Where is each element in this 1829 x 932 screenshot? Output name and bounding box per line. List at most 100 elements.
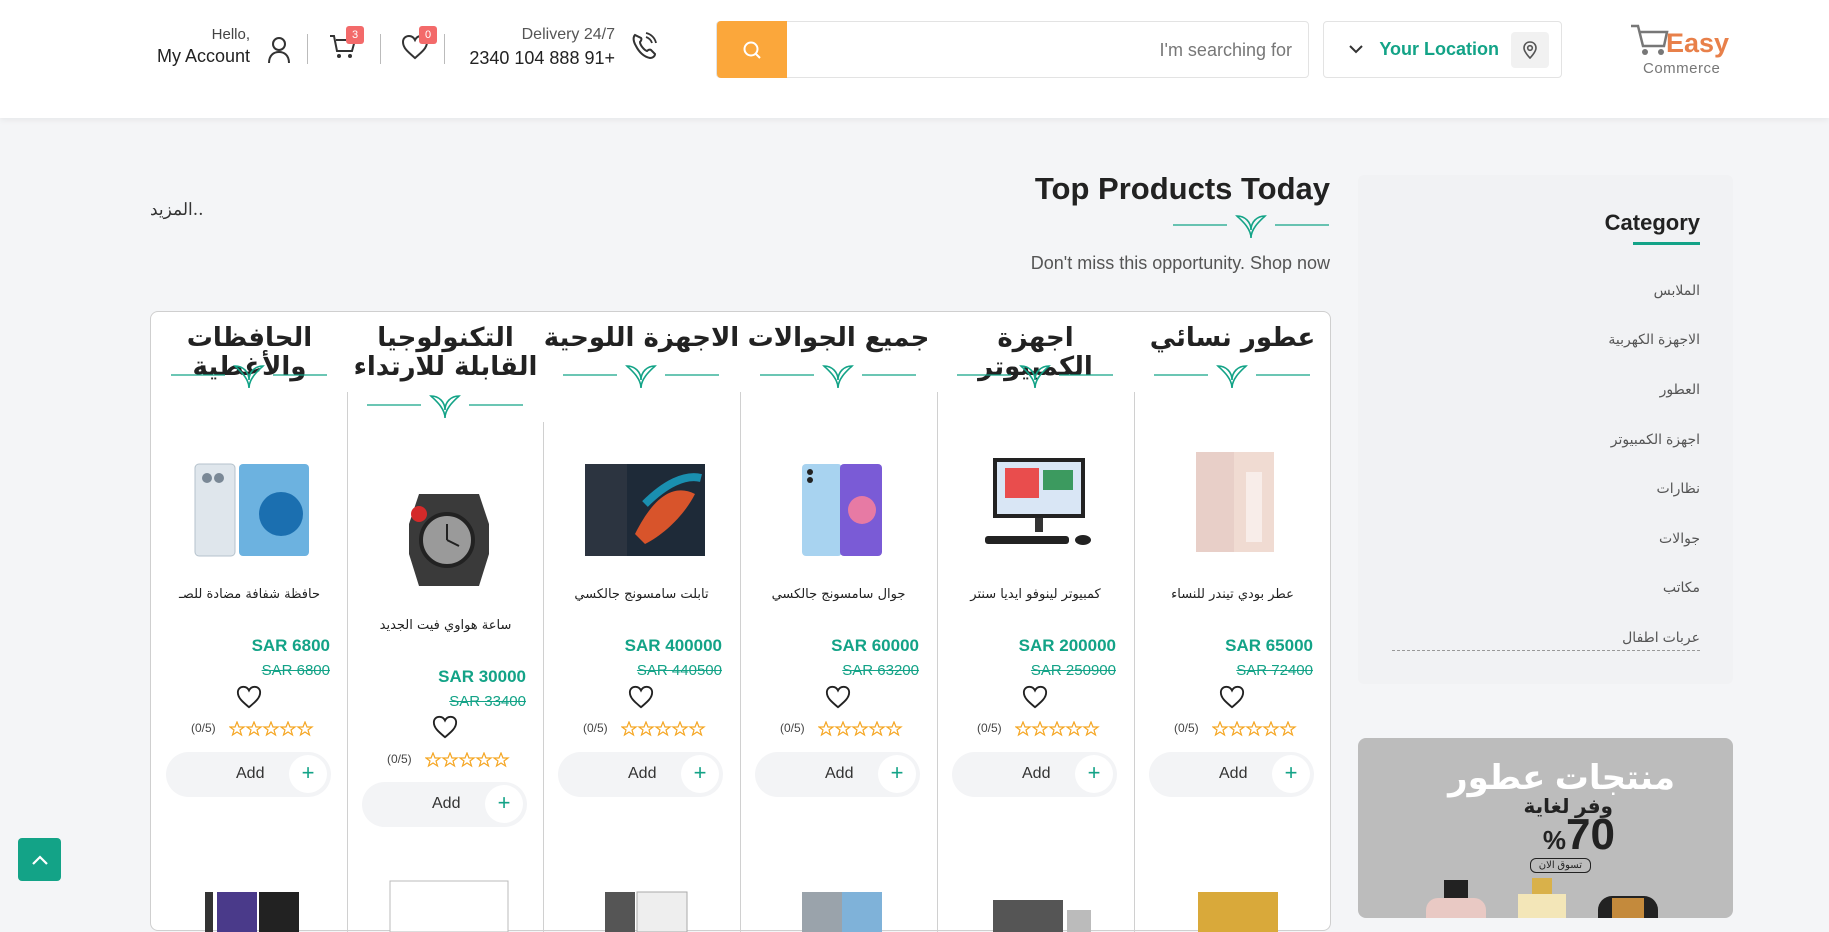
category-column-cases: الحافظات والأغطية حافظة شفافة مضادة للصـ… [151,312,348,932]
rating-stars-icon [1015,721,1100,737]
product-old-price: SAR 33400 [449,693,526,710]
column-title[interactable]: الاجهزة اللوحية [543,324,740,353]
add-to-cart-button[interactable]: Add + [362,782,527,827]
product-image[interactable] [979,452,1099,552]
product-name[interactable]: كمبيوتر لينوفو ايديا سنتر [937,587,1134,602]
hello-text: Hello, [211,26,250,43]
promo-discount: %70 [1543,810,1615,860]
wishlist-count-badge: 0 [419,26,437,44]
column-title[interactable]: التكنولوجيا القابلة للارتداء [347,324,544,382]
wishlist-heart-icon[interactable] [824,684,852,710]
product-grid: عطور نسائي عطر بودي تيندر للنساء SAR 650… [150,311,1331,932]
sidebar-item-computers[interactable]: اجهزة الكمبيوتر [1611,431,1700,448]
title-underline [1633,242,1700,245]
product-image[interactable] [193,460,313,560]
sidebar-item-strollers[interactable]: عربات اطفال [1622,629,1700,646]
next-product-image[interactable] [1176,882,1296,932]
logo-word-commerce: Commerce [1643,60,1721,77]
phone-icon [632,32,657,60]
cart-button[interactable]: 3 [328,26,364,66]
sidebar-title: Category [1604,210,1700,235]
location-pin-icon [1511,32,1549,68]
product-image[interactable] [585,460,705,560]
wishlist-heart-icon[interactable] [627,684,655,710]
logo[interactable]: Easy Commerce [1628,20,1730,80]
add-label: Add [825,765,854,782]
wishlist-heart-icon[interactable] [1218,684,1246,710]
user-icon[interactable] [266,35,292,65]
product-old-price: SAR 63200 [842,662,919,679]
section-subtitle: Don't miss this opportunity. Shop now [1030,253,1330,273]
promo-title: منتجات عطور [1448,759,1675,797]
header-divider [380,34,381,64]
header-divider [307,34,308,64]
account-link[interactable]: Hello, My Account [150,26,250,67]
leaf-divider-icon [1154,365,1310,389]
next-product-image[interactable] [979,882,1099,932]
add-to-cart-button[interactable]: Add + [952,752,1117,797]
rating-text: (0/5) [583,721,608,735]
rating-stars-icon [621,721,706,737]
plus-icon: + [1272,755,1310,793]
leaf-divider-icon [957,365,1113,389]
add-to-cart-button[interactable]: Add + [1149,752,1314,797]
rating-text: (0/5) [977,721,1002,735]
next-product-image[interactable] [389,880,509,932]
promo-cta[interactable]: تسوق الان [1529,858,1591,873]
more-link[interactable]: المزيد.. [150,200,204,220]
category-column-perfumes: عطور نسائي عطر بودي تيندر للنساء SAR 650… [1134,312,1331,932]
wishlist-heart-icon[interactable] [235,684,263,710]
wishlist-heart-icon[interactable] [431,714,459,740]
product-image[interactable] [389,490,509,590]
column-divider [740,392,741,932]
perfume-promo-banner[interactable]: منتجات عطور وفر لغاية %70 تسوق الان [1358,738,1733,918]
add-label: Add [432,795,461,812]
leaf-divider-icon [1173,215,1329,239]
category-column-wearables: التكنولوجيا القابلة للارتداء ساعة هواوي … [347,312,544,932]
column-title[interactable]: جميع الجوالات [740,324,937,353]
sidebar-item-glasses[interactable]: نظارات [1657,480,1700,497]
product-name[interactable]: حافظة شفافة مضادة للصـ [151,587,348,602]
add-label: Add [1219,765,1248,782]
product-price: SAR 30000 [438,667,526,686]
chevron-down-icon [1349,45,1363,54]
next-product-image[interactable] [193,882,313,932]
product-name[interactable]: ساعة هواوي فيت الجديد [347,618,544,633]
add-label: Add [628,765,657,782]
category-sidebar: Category الملابس الاجهزة الكهربية العطور… [1358,175,1733,684]
product-name[interactable]: جوال سامسونج جالكسي [740,587,937,602]
promo-discount-value: 70 [1566,810,1615,859]
add-to-cart-button[interactable]: Add + [558,752,723,797]
back-to-top-button[interactable] [18,838,61,881]
site-header: Easy Commerce Your Location I'm searchin… [0,0,1829,118]
add-label: Add [236,765,265,782]
sidebar-item-electronics[interactable]: الاجهزة الكهربية [1608,331,1700,348]
sidebar-item-desks[interactable]: مكاتب [1663,579,1700,596]
add-to-cart-button[interactable]: Add + [166,752,331,797]
product-name[interactable]: عطر بودي تيندر للنساء [1134,587,1331,602]
product-price: SAR 400000 [624,636,722,655]
search-button[interactable] [717,21,787,78]
next-product-image[interactable] [782,882,902,932]
column-title[interactable]: عطور نسائي [1134,324,1331,353]
sidebar-item-phones[interactable]: جوالات [1659,530,1700,547]
promo-percent: % [1542,825,1567,855]
add-to-cart-button[interactable]: Add + [755,752,920,797]
logo-word-easy: Easy [1666,28,1730,58]
product-image[interactable] [1176,452,1296,552]
phone-number[interactable]: 2340 104 888 91+ [455,48,615,69]
sidebar-item-perfumes[interactable]: العطور [1660,381,1700,398]
wishlist-button[interactable]: 0 [400,26,437,66]
leaf-divider-icon [760,365,916,389]
rating-stars-icon [818,721,903,737]
column-divider [1134,392,1135,932]
product-image[interactable] [782,460,902,560]
sidebar-item-clothes[interactable]: الملابس [1654,282,1700,299]
search-input[interactable]: I'm searching for [1160,40,1293,61]
location-selector[interactable]: Your Location [1323,21,1562,78]
wishlist-heart-icon[interactable] [1021,684,1049,710]
next-product-image[interactable] [585,882,705,932]
product-name[interactable]: تابلت سامسونج جالكسي [543,587,740,602]
plus-icon: + [681,755,719,793]
plus-icon: + [485,785,523,823]
